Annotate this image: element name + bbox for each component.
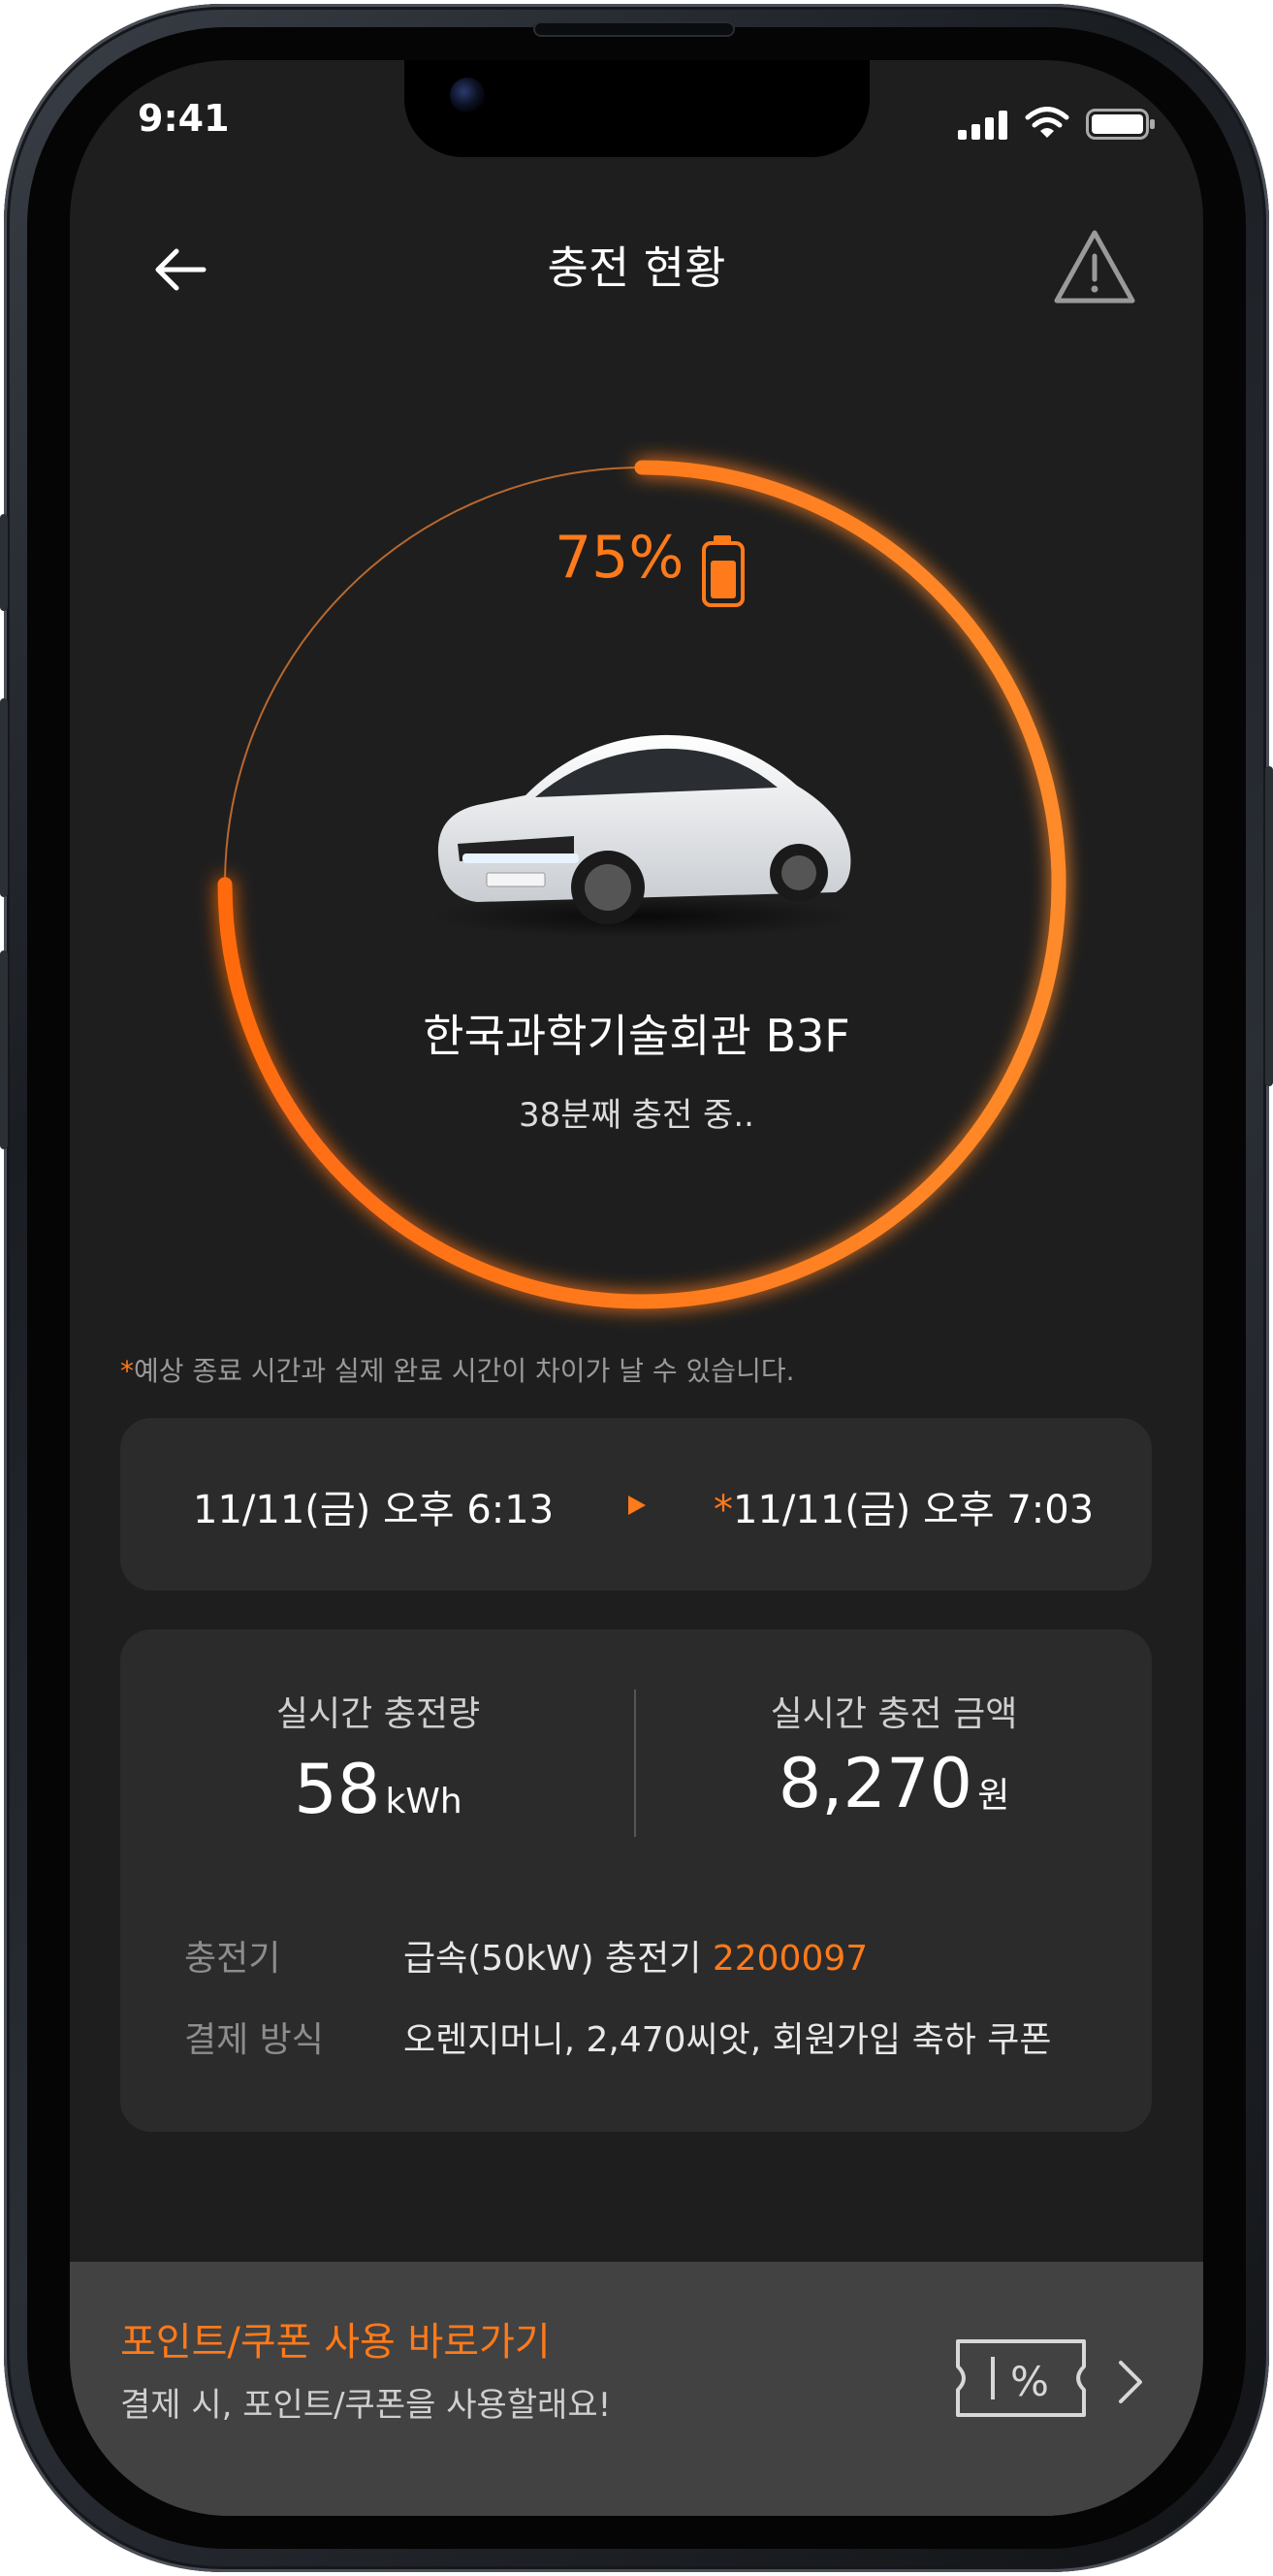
charger-label: 충전기 (184, 1939, 281, 1979)
estimate-notice: *예상 종료 시간과 실제 완료 시간이 차이가 날 수 있습니다. (120, 1350, 795, 1389)
battery-status-icon (1086, 109, 1156, 140)
car-image (419, 708, 865, 941)
station-location: 한국과학기술회관 B3F (423, 1010, 850, 1062)
battery-charging-icon (700, 533, 748, 609)
energy-value: 58 (294, 1750, 381, 1829)
charge-percent: 75% (555, 524, 684, 592)
wifi-icon (1025, 107, 1069, 140)
warning-triangle-icon (1054, 230, 1135, 304)
charger-info: 급속(50kW) 충전기 2200097 (403, 1930, 868, 1980)
end-asterisk: * (714, 1488, 733, 1532)
payment-label: 결제 방식 (184, 2020, 324, 2060)
volume-down-button (0, 950, 8, 1149)
charging-elapsed: 38분째 충전 중.. (519, 1096, 754, 1135)
silent-switch (0, 514, 8, 611)
payment-value: 오렌지머니, 2,470씨앗, 회원가입 축하 쿠폰 (403, 2020, 1052, 2060)
end-time-text: 11/11(금) 오후 7:03 (733, 1488, 1095, 1532)
time-range-card: 11/11(금) 오후 6:13 *11/11(금) 오후 7:03 (120, 1418, 1152, 1591)
front-camera (450, 78, 485, 113)
play-arrow-icon (626, 1494, 648, 1517)
notice-text: 예상 종료 시간과 실제 완료 시간이 차이가 날 수 있습니다. (134, 1355, 795, 1387)
status-time: 9:41 (138, 97, 230, 140)
chevron-right-icon (1115, 2359, 1146, 2405)
asterisk: * (120, 1355, 134, 1387)
charger-id: 2200097 (712, 1939, 869, 1979)
amount-unit: 원 (977, 1776, 1010, 1816)
volume-up-button (0, 698, 8, 897)
banner-subtitle: 결제 시, 포인트/쿠폰을 사용할래요! (120, 2386, 612, 2425)
energy-value-row: 58 kWh (120, 1750, 636, 1829)
amount-value: 8,270 (778, 1744, 973, 1823)
energy-label: 실시간 충전량 (275, 1694, 481, 1734)
coupon-icon: % (954, 2337, 1088, 2419)
svg-text:%: % (1010, 2358, 1049, 2405)
charger-value: 급속(50kW) 충전기 (403, 1939, 702, 1979)
end-time: *11/11(금) 오후 7:03 (714, 1478, 1094, 1534)
amount-value-row: 8,270 원 (636, 1744, 1152, 1823)
point-coupon-banner[interactable]: 포인트/쿠폰 사용 바로가기 결제 시, 포인트/쿠폰을 사용할래요! % (70, 2262, 1203, 2516)
signal-icon (958, 109, 1014, 140)
page-title: 충전 현황 (547, 242, 726, 294)
app-screen: 9:41 충전 현황 75% 한국과학기술회관 B3F 38분째 충전 중.. … (70, 60, 1203, 2516)
charge-stats-card: 실시간 충전량 58 kWh 실시간 충전 금액 8,270 원 충전기 급속(… (120, 1629, 1152, 2132)
energy-unit: kWh (385, 1782, 462, 1821)
power-button (1265, 766, 1273, 1086)
start-time: 11/11(금) 오후 6:13 (193, 1488, 555, 1532)
amount-label: 실시간 충전 금액 (770, 1694, 1018, 1734)
speaker-grill (533, 21, 735, 37)
report-issue-button[interactable] (1051, 227, 1138, 306)
banner-title: 포인트/쿠폰 사용 바로가기 (120, 2320, 551, 2365)
